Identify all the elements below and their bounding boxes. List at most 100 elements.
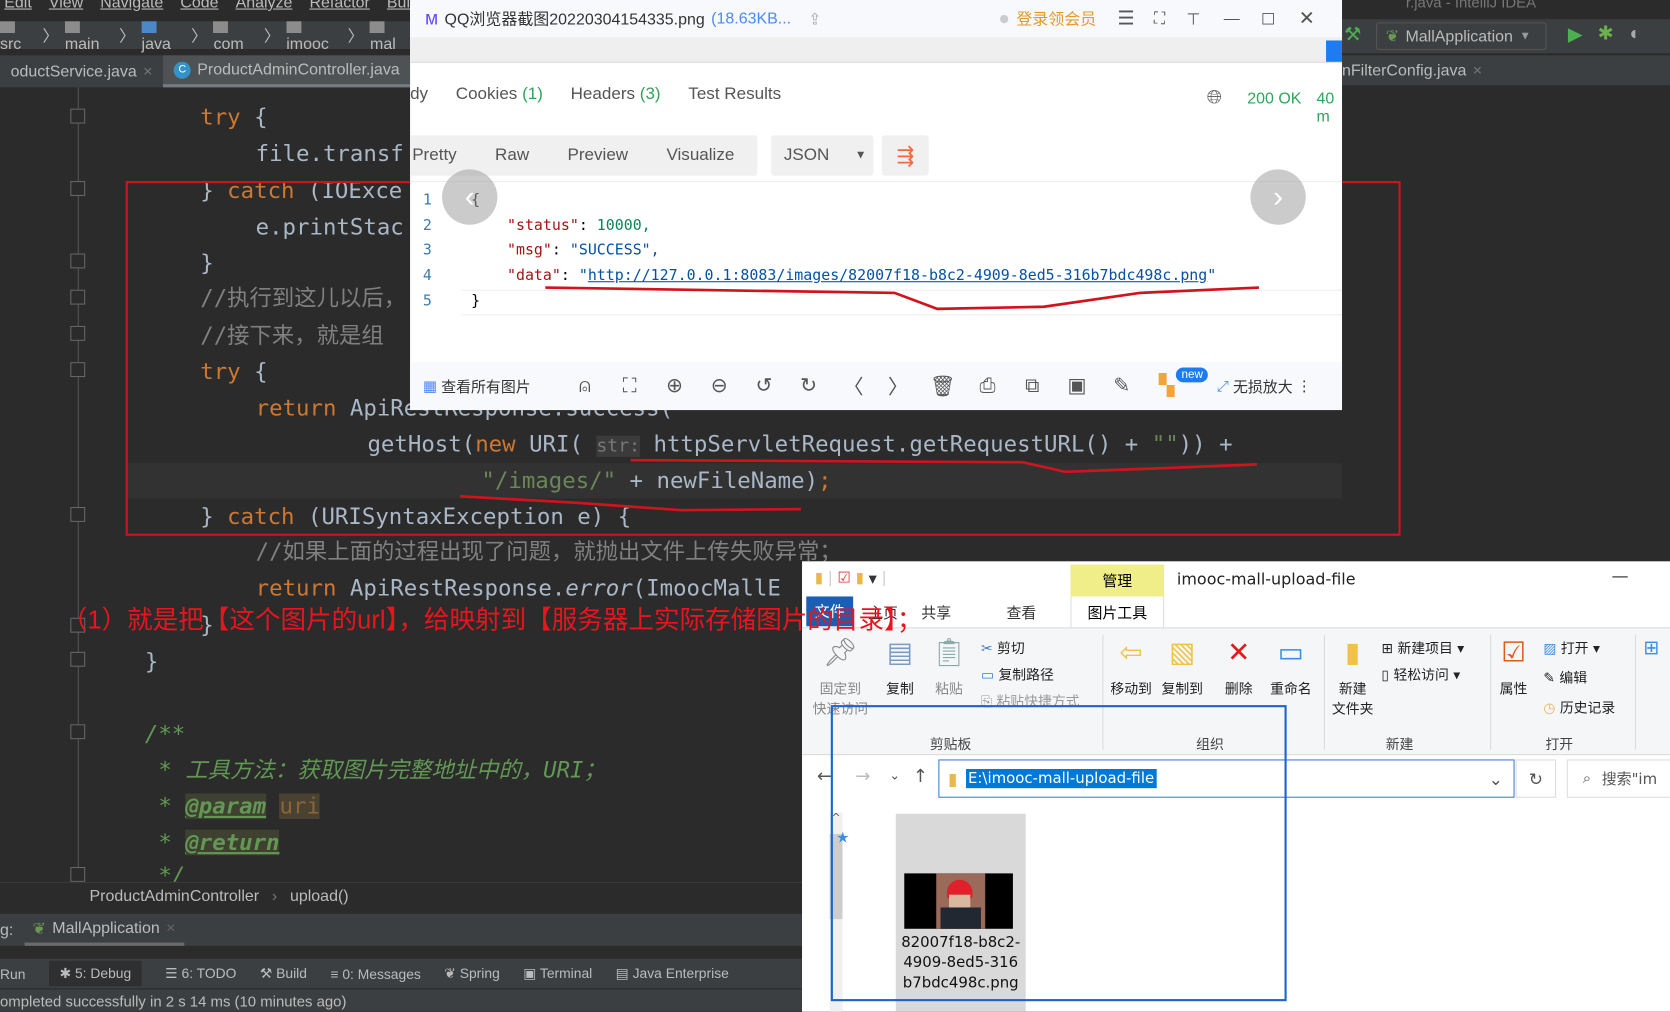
tool-terminal[interactable]: ▣ Terminal <box>523 965 592 982</box>
maximize-icon[interactable]: ☐ <box>1261 9 1275 28</box>
menu-edit[interactable]: Edit <box>4 0 32 15</box>
crumb-class[interactable]: ProductAdminController <box>89 887 259 905</box>
fold-marker-icon[interactable] <box>70 866 86 882</box>
search-input[interactable]: ⌕ 搜索"im <box>1566 759 1670 798</box>
tab-product-service[interactable]: oductService.java × <box>0 55 163 87</box>
fold-marker-icon[interactable] <box>70 253 86 269</box>
menu-code[interactable]: Code <box>180 0 218 15</box>
upload-cloud-icon[interactable]: ⇪ <box>808 9 821 28</box>
mode-preview[interactable]: Preview <box>548 146 647 165</box>
properties-icon[interactable]: ☑ <box>838 570 851 587</box>
fold-marker-icon[interactable] <box>70 325 86 341</box>
login-link[interactable]: 登录领会员 <box>1016 7 1096 29</box>
minimize-icon[interactable]: — <box>1224 10 1240 28</box>
select-all-icon[interactable]: ⊞ <box>1643 637 1659 659</box>
zoom-out-icon[interactable]: ⊖ <box>697 374 742 398</box>
crumb-src[interactable]: src <box>0 17 36 53</box>
mode-visualize[interactable]: Visualize <box>647 146 753 165</box>
fit-screen-icon[interactable]: ⛶ <box>607 374 652 397</box>
copy-button[interactable]: ▤ 复制 <box>879 637 922 698</box>
tab-product-admin-controller[interactable]: C ProductAdminController.java <box>163 55 411 88</box>
menu-view[interactable]: View <box>49 0 83 15</box>
more-icon[interactable]: ⋮ <box>1297 377 1312 395</box>
history-button[interactable]: ◷ 历史记录 <box>1543 697 1615 717</box>
wrap-lines-icon[interactable]: ⇶ <box>881 135 929 176</box>
mode-raw[interactable]: Raw <box>476 146 548 165</box>
view-all-images-button[interactable]: 查看所有图片 <box>441 375 530 396</box>
fold-marker-icon[interactable] <box>70 362 86 378</box>
print-icon[interactable]: ⎙ <box>965 374 1010 397</box>
crumb-java[interactable]: java <box>141 17 185 53</box>
to-word-icon[interactable]: ▣ <box>1055 374 1100 398</box>
json-url-link[interactable]: http://127.0.0.1:8083/images/82007f18-b8… <box>588 267 1207 284</box>
customize-chevron-icon[interactable]: ▼ <box>869 574 877 586</box>
tool-run[interactable]: Run <box>0 966 25 982</box>
fold-marker-icon[interactable] <box>70 724 86 740</box>
new-folder-icon[interactable]: ▮ <box>856 570 864 587</box>
menu-refactor[interactable]: Refactor <box>309 0 369 15</box>
fold-marker-icon[interactable] <box>70 181 86 196</box>
pin-icon[interactable]: ⊤ <box>1186 9 1200 28</box>
tab-test-results[interactable]: Test Results <box>688 85 781 104</box>
lossless-zoom-button[interactable]: 无损放大 <box>1233 375 1293 396</box>
mode-pretty[interactable]: Pretty <box>410 146 476 165</box>
move-to-button[interactable]: ⇦ 移动到 <box>1107 637 1156 698</box>
tool-debug[interactable]: ✱ 5: Debug <box>48 960 142 987</box>
close-icon[interactable]: × <box>1473 61 1482 79</box>
folder-icon[interactable]: ▮ <box>815 570 823 587</box>
new-item-button[interactable]: ⊞ 新建项目 ▾ <box>1381 637 1464 657</box>
zoom-in-icon[interactable]: ⊕ <box>652 374 697 398</box>
mouse-icon[interactable]: ⍝ <box>563 374 608 397</box>
paste-button[interactable]: 📋︎ 粘贴 <box>928 637 971 698</box>
next-image-button[interactable]: › <box>1250 169 1306 225</box>
refresh-button[interactable]: ↻ <box>1515 759 1557 798</box>
rotate-left-icon[interactable]: ↺ <box>742 374 787 398</box>
edit-icon[interactable]: ✎ <box>1099 374 1144 398</box>
copy-to-button[interactable]: ▧ 复制到 <box>1158 637 1207 698</box>
close-icon[interactable]: ✕ <box>1299 7 1315 29</box>
fullscreen-icon[interactable]: ⛶ <box>1154 10 1165 28</box>
rename-button[interactable]: ▭ 重命名 <box>1264 637 1317 698</box>
previous-icon[interactable]: 〈 <box>831 372 876 401</box>
fold-marker-icon[interactable] <box>70 506 86 522</box>
next-icon[interactable]: 〉 <box>876 372 921 401</box>
debug-session-tab[interactable]: ❦ MallApplication × <box>23 914 184 946</box>
tool-messages[interactable]: ≡ 0: Messages <box>330 966 420 982</box>
menu-navigate[interactable]: Navigate <box>100 0 163 15</box>
new-folder-button[interactable]: ▮ 新建 文件夹 <box>1328 637 1377 718</box>
tool-java-enterprise[interactable]: ▤ Java Enterprise <box>616 965 729 982</box>
close-icon[interactable]: × <box>143 62 152 80</box>
cut-button[interactable]: ✂ 剪切 <box>981 637 1025 657</box>
ribbon-tab-view[interactable]: 查看 <box>1007 602 1037 623</box>
manage-context-tab[interactable]: 管理 <box>1070 564 1165 597</box>
tool-build[interactable]: ⚒ Build <box>260 965 307 982</box>
format-dropdown[interactable]: JSON ▼ <box>771 135 874 176</box>
fold-marker-icon[interactable] <box>70 651 86 667</box>
fold-marker-icon[interactable] <box>70 108 86 124</box>
crumb-mall[interactable]: mal <box>370 17 410 53</box>
rotate-right-icon[interactable]: ↻ <box>786 374 831 398</box>
coverage-icon[interactable]: ◐ <box>1630 22 1642 44</box>
minimize-icon[interactable]: — <box>1611 566 1628 586</box>
run-config-dropdown[interactable]: ❦ MallApplication ▼ <box>1376 22 1547 51</box>
crumb-method[interactable]: upload() <box>290 887 349 905</box>
chevron-down-icon[interactable]: ⌄ <box>1489 768 1503 788</box>
previous-image-button[interactable]: ‹ <box>442 169 498 225</box>
edit-button[interactable]: ✎ 编辑 <box>1543 667 1587 687</box>
run-icon[interactable]: ▶ <box>1568 23 1583 45</box>
delete-icon[interactable]: 🗑︎ <box>920 373 965 399</box>
ribbon-tab-share[interactable]: 共享 <box>921 602 951 623</box>
open-button[interactable]: ▨ 打开 ▾ <box>1543 637 1600 657</box>
tab-body[interactable]: dy <box>410 85 428 104</box>
tab-filter-config[interactable]: nFilterConfig.java × <box>1342 55 1670 86</box>
crumb-main[interactable]: main <box>64 17 113 53</box>
avatar-icon[interactable]: ● <box>998 7 1010 29</box>
properties-button[interactable]: ☑ 属性 <box>1494 637 1532 698</box>
easy-access-button[interactable]: ▯ 轻松访问 ▾ <box>1381 664 1460 684</box>
tool-todo[interactable]: ☰ 6: TODO <box>165 965 236 982</box>
tab-cookies[interactable]: Cookies (1) <box>456 85 543 104</box>
ribbon-tab-picture-tools[interactable]: 图片工具 <box>1070 596 1165 629</box>
build-hammer-icon[interactable]: ⚒ <box>1344 23 1361 45</box>
delete-button[interactable]: ✕ 删除 <box>1220 637 1258 698</box>
extract-text-icon[interactable]: ⧉ <box>1010 374 1055 397</box>
